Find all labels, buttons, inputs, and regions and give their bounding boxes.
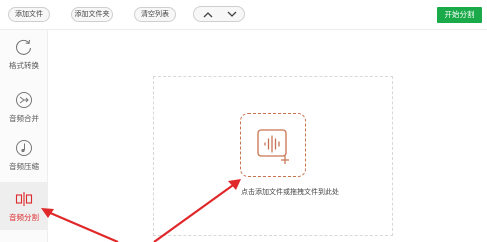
merge-icon <box>16 92 32 108</box>
sidebar-item-audio-split[interactable]: 音频分割 <box>0 182 48 230</box>
start-split-button[interactable]: 开始分割 <box>437 7 482 23</box>
refresh-icon <box>15 39 32 55</box>
move-up-button[interactable] <box>196 7 220 21</box>
sidebar-item-audio-merge[interactable]: 音频合并 <box>0 83 48 131</box>
drop-hint-text: 点击添加文件或拖拽文件到此处 <box>241 188 339 196</box>
sidebar-item-format-convert[interactable]: 格式转换 <box>0 30 48 78</box>
annotation-arrow-sidebar <box>41 208 119 242</box>
move-down-button[interactable] <box>220 7 244 21</box>
toolbar: 添加文件 添加文件夹 清空列表 开始分割 <box>0 0 487 30</box>
sidebar: 格式转换 音频合并 音频压缩 音频分割 <box>0 30 48 242</box>
music-note-icon <box>16 140 32 156</box>
add-audio-button[interactable] <box>240 113 306 177</box>
add-folder-button[interactable]: 添加文件夹 <box>71 7 113 22</box>
chevron-up-icon <box>203 11 213 17</box>
sidebar-item-label: 音频分割 <box>9 213 39 222</box>
add-file-button[interactable]: 添加文件 <box>8 7 50 22</box>
move-buttons <box>193 6 245 22</box>
sidebar-item-label: 音频压缩 <box>9 162 39 171</box>
chevron-down-icon <box>227 11 237 17</box>
sidebar-item-label: 格式转换 <box>9 61 39 70</box>
sidebar-item-label: 音频合并 <box>9 114 39 123</box>
audio-add-icon <box>257 129 289 164</box>
split-icon <box>15 192 33 206</box>
sidebar-item-audio-compress[interactable]: 音频压缩 <box>0 131 48 179</box>
clear-list-button[interactable]: 清空列表 <box>134 7 176 22</box>
